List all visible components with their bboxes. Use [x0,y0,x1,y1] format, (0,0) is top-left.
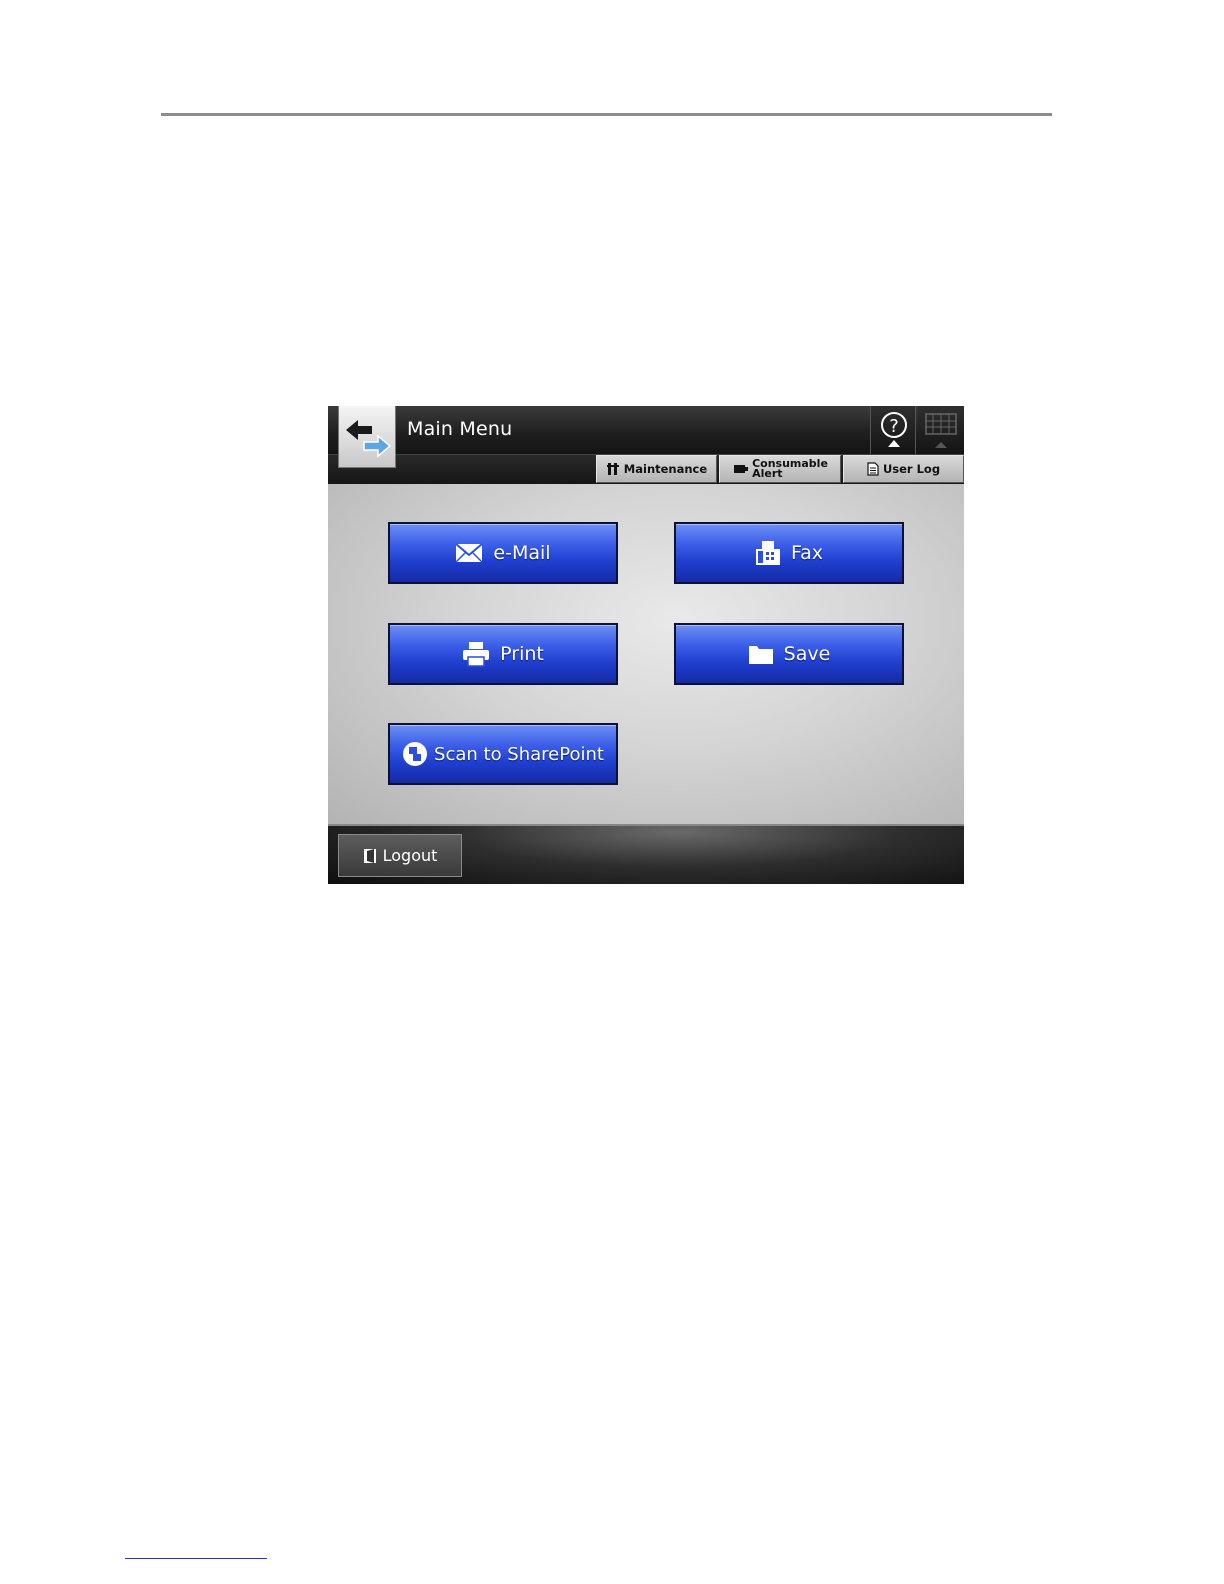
email-label: e-Mail [493,542,551,564]
scanner-screen: Main Menu ? Maintenance Consumable Alert… [328,406,964,884]
logout-icon [363,848,376,863]
maintenance-icon [606,463,619,475]
scan-to-sharepoint-label: Scan to SharePoint [434,743,604,765]
svg-text:?: ? [889,416,899,437]
title-bar: Main Menu ? [328,406,964,454]
user-log-button[interactable]: User Log [843,455,964,483]
help-icon: ? [881,412,907,447]
save-button[interactable]: Save [674,623,904,685]
back-arrows-icon [346,420,392,458]
folder-icon [748,646,773,664]
print-button[interactable]: Print [388,623,618,685]
footer-link-underline [125,1558,267,1559]
back-button[interactable] [338,406,396,468]
consumable-alert-icon [734,465,749,473]
consumable-alert-label: Consumable Alert [752,458,828,480]
fax-icon [755,541,780,565]
user-log-label: User Log [882,462,941,476]
save-label: Save [783,643,831,665]
keyboard-icon [925,413,957,448]
logout-label: Logout [382,846,438,865]
fax-button[interactable]: Fax [674,522,904,584]
envelope-icon [455,543,484,563]
logout-button[interactable]: Logout [338,834,462,877]
consumable-label-line2: Alert [752,467,783,480]
fax-label: Fax [790,542,824,564]
keyboard-button[interactable] [918,406,964,454]
maintenance-label: Maintenance [623,462,708,476]
menu-area: e-Mail Fax Print Save Scan to SharePoint [328,484,964,824]
help-button[interactable]: ? [870,406,916,454]
maintenance-button[interactable]: Maintenance [596,455,717,483]
scan-to-sharepoint-button[interactable]: Scan to SharePoint [388,723,618,785]
print-label: Print [500,643,544,665]
email-button[interactable]: e-Mail [388,522,618,584]
user-log-icon [867,462,879,476]
printer-icon [463,642,490,667]
page-title: Main Menu [407,418,513,440]
consumable-alert-button[interactable]: Consumable Alert [719,455,841,483]
sharepoint-icon [403,742,428,766]
top-divider [161,113,1052,116]
footer-bar: Logout [328,824,964,884]
